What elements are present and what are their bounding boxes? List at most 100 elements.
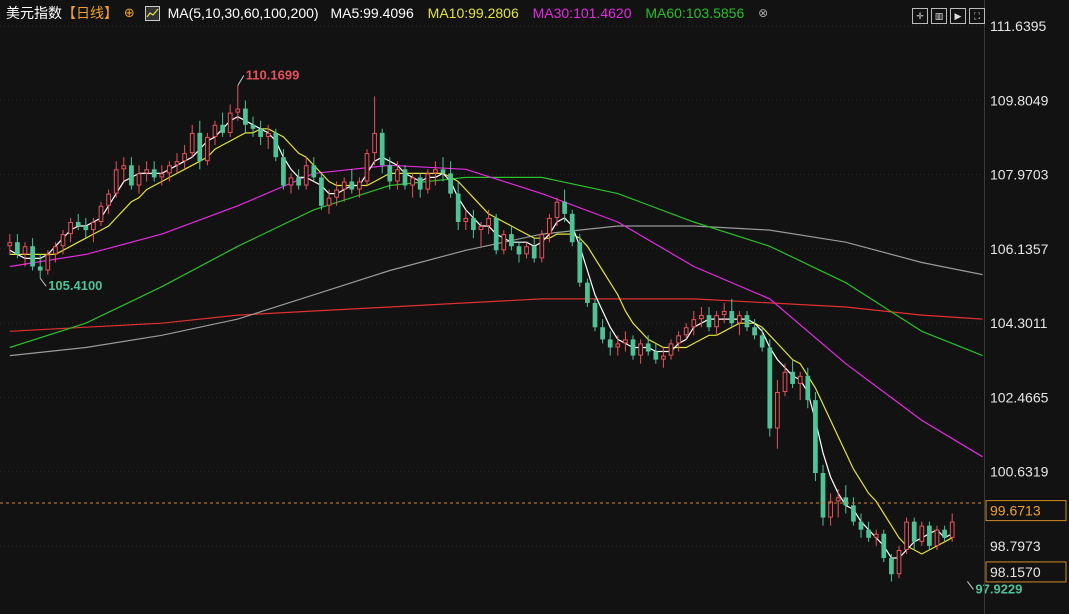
candle-body xyxy=(372,132,377,154)
candle-body xyxy=(645,343,651,352)
candle-body xyxy=(334,189,339,198)
candle-body xyxy=(151,169,157,178)
collapse-icon[interactable]: ⊗ xyxy=(758,1,768,25)
candle-body xyxy=(387,165,393,182)
candle-body xyxy=(752,327,757,336)
candle-body xyxy=(75,221,81,227)
candle-body xyxy=(676,335,681,344)
panel-icon[interactable]: ▥ xyxy=(931,8,947,25)
candle[interactable] xyxy=(904,517,909,554)
candle-body xyxy=(486,217,491,227)
candle-body xyxy=(7,242,13,247)
ma-params[interactable]: MA(5,10,30,60,100,200) xyxy=(168,1,319,25)
candle-body xyxy=(30,246,35,267)
candle-body xyxy=(569,213,575,243)
candle-body xyxy=(265,132,271,137)
candle-body xyxy=(683,327,689,336)
candle-body xyxy=(235,108,241,113)
candle-body xyxy=(699,315,704,320)
candle-body xyxy=(782,371,788,393)
candle-body xyxy=(927,525,932,546)
candle-body xyxy=(691,319,697,328)
candle-body xyxy=(395,169,400,182)
candle[interactable] xyxy=(767,339,773,437)
fullscreen-icon[interactable]: ⛶ xyxy=(969,8,985,25)
candle-body xyxy=(281,157,286,186)
candle-body xyxy=(319,177,324,206)
candle[interactable] xyxy=(881,529,887,563)
candle[interactable] xyxy=(592,298,598,332)
candle-body xyxy=(182,153,187,162)
candle-body xyxy=(668,343,674,356)
settings-icon[interactable]: ⊕ xyxy=(124,1,135,25)
candle-body xyxy=(828,501,833,518)
play-icon[interactable]: ▶ xyxy=(950,8,966,25)
candle-body xyxy=(129,165,134,186)
candle-body xyxy=(15,242,20,255)
candle-body xyxy=(509,234,514,247)
candle[interactable] xyxy=(539,230,545,263)
candle-body xyxy=(851,505,856,522)
ma30-value: MA30:101.4620 xyxy=(532,5,632,22)
candle-body xyxy=(212,124,218,137)
candle-body xyxy=(379,132,385,166)
candle-body xyxy=(858,521,864,530)
candle-body xyxy=(934,529,940,546)
candle-body xyxy=(144,169,149,174)
candle-body xyxy=(250,124,256,129)
candle-body xyxy=(189,132,195,154)
candle[interactable] xyxy=(364,149,370,186)
candle-body xyxy=(440,169,446,174)
candle-body xyxy=(737,315,742,324)
candle-body xyxy=(296,177,301,186)
indicator-chart-icon[interactable] xyxy=(144,5,160,21)
candle[interactable] xyxy=(205,132,210,166)
candle-body xyxy=(949,521,955,538)
instrument-title[interactable]: 美元指数 xyxy=(6,1,62,25)
candle[interactable] xyxy=(273,128,279,162)
candle-body xyxy=(273,132,279,158)
candle-body xyxy=(113,169,119,194)
y-tick-label: 100.6319 xyxy=(990,464,1049,480)
candle[interactable] xyxy=(813,392,818,482)
y-tick-label: 107.9703 xyxy=(990,167,1049,183)
candle-body xyxy=(775,392,780,429)
candle[interactable] xyxy=(927,521,932,550)
candlestick-chart[interactable]: 110.1699105.410097.922999.671398.1570 11… xyxy=(0,0,1069,614)
min-value-label: 98.1570 xyxy=(990,564,1041,580)
candle[interactable] xyxy=(319,173,324,210)
candle-body xyxy=(22,246,28,255)
candle-body xyxy=(531,246,537,259)
candle-body xyxy=(349,181,355,190)
candle-body xyxy=(83,226,89,231)
candle[interactable] xyxy=(896,545,902,579)
candle-body xyxy=(630,339,636,356)
candle-body xyxy=(516,246,522,255)
crosshair-icon[interactable]: ✛ xyxy=(912,8,928,25)
candle-body xyxy=(98,205,104,222)
period-selector[interactable]: 【日线】 xyxy=(62,1,118,25)
ma5-value: MA5:99.4096 xyxy=(330,5,414,22)
candle[interactable] xyxy=(493,213,499,255)
ma60-value: MA60:103.5856 xyxy=(645,5,745,22)
candle-body xyxy=(205,136,210,162)
candle-body xyxy=(227,112,233,133)
candle-body xyxy=(455,193,461,222)
candle-body xyxy=(797,375,803,384)
candle-body xyxy=(159,173,165,178)
candle-body xyxy=(463,217,469,222)
extreme-label: 97.9229 xyxy=(975,581,1022,596)
candle[interactable] xyxy=(585,278,590,307)
candle-body xyxy=(623,339,628,344)
y-tick-label: 104.3011 xyxy=(990,315,1048,331)
candle-body xyxy=(478,226,484,231)
candle-body xyxy=(53,246,58,255)
candle-body xyxy=(364,153,370,182)
candle[interactable] xyxy=(820,464,826,526)
candle-body xyxy=(357,181,362,190)
candle-body xyxy=(904,521,909,550)
candle-body xyxy=(425,173,431,190)
candle-body xyxy=(592,302,598,328)
candle-body xyxy=(45,254,51,271)
candle[interactable] xyxy=(569,209,575,247)
